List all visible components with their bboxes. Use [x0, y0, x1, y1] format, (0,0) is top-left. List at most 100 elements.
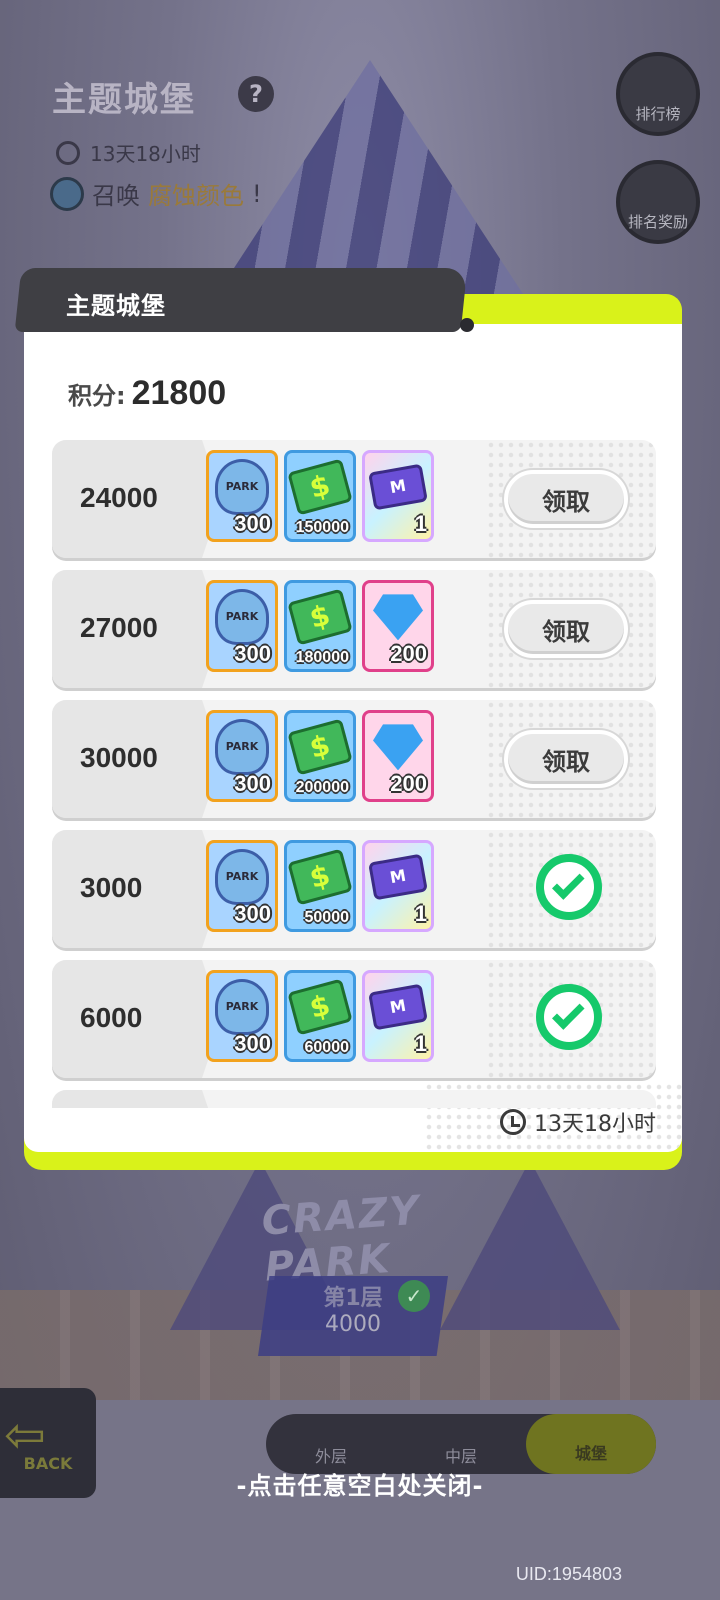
- claim-button[interactable]: 领取: [504, 600, 628, 658]
- reward-count: 1: [414, 901, 427, 926]
- reward-row: 24000 PARK 300 $150000 M 1 领取: [52, 440, 656, 558]
- event-timer-text: 13天18小时: [90, 142, 201, 166]
- park-token-icon: PARK: [215, 719, 269, 776]
- reward-count: 50000: [304, 909, 350, 926]
- reward-count: 180000: [295, 649, 349, 666]
- reward-items: PARK 300 $200000 200: [206, 710, 434, 802]
- score-threshold: 24000: [80, 482, 158, 513]
- summon-suffix: !: [252, 179, 262, 208]
- reward-row: 3000 PARK 300 $50000 M 1: [52, 830, 656, 948]
- score-value: 21800: [131, 374, 227, 412]
- cash-icon: $: [287, 718, 353, 776]
- score-label: 积分:: [68, 382, 126, 410]
- threshold-panel: [52, 1090, 222, 1108]
- reward-count: 1: [414, 511, 427, 536]
- reward-count: 300: [234, 771, 271, 796]
- cash-icon: $: [287, 978, 353, 1036]
- claim-button[interactable]: 领取: [504, 470, 628, 528]
- reward-count: 200: [390, 771, 427, 796]
- summon-icon: [50, 176, 84, 211]
- cash-icon: $: [287, 458, 353, 516]
- reward-items: PARK 300 $60000 M 1: [206, 970, 434, 1062]
- checkmark-icon: [552, 867, 585, 900]
- floor-tabs: 外层 中层 城堡: [266, 1414, 656, 1474]
- tab-castle[interactable]: 城堡: [526, 1414, 656, 1474]
- reward-items: PARK 300 $50000 M 1: [206, 840, 434, 932]
- cash-icon: $: [287, 848, 353, 906]
- reward-item[interactable]: $200000: [284, 710, 356, 802]
- park-token-icon: PARK: [215, 849, 269, 906]
- ticket-icon: M: [368, 983, 428, 1031]
- side-button-label: 排行榜: [635, 105, 681, 123]
- reward-item[interactable]: PARK 300: [206, 970, 278, 1062]
- summon-prefix: 召唤: [92, 182, 140, 210]
- reward-count: 1: [414, 1031, 427, 1056]
- score-threshold: 27000: [80, 612, 158, 643]
- tab-middle[interactable]: 中层: [396, 1421, 526, 1467]
- reward-list[interactable]: 24000 PARK 300 $150000 M 1 领取 27000 PARK 300 $1800…: [52, 440, 656, 1108]
- page-title: 主题城堡: [52, 80, 196, 120]
- score-threshold: 3000: [80, 872, 143, 903]
- claimed-check-icon: [536, 854, 602, 920]
- reward-item[interactable]: PARK 300: [206, 710, 278, 802]
- ticket-icon: M: [368, 853, 428, 901]
- floor-check-icon: ✓: [398, 1280, 430, 1312]
- park-token-icon: PARK: [215, 459, 269, 516]
- summon-banner[interactable]: 召唤 腐蚀颜色!: [50, 176, 262, 211]
- reward-item[interactable]: PARK 300: [206, 840, 278, 932]
- claim-button[interactable]: 领取: [504, 730, 628, 788]
- park-token-icon: PARK: [215, 589, 269, 646]
- reward-item[interactable]: $150000: [284, 450, 356, 542]
- ticket-icon: M: [368, 463, 428, 511]
- reward-items: PARK 300 $180000 200: [206, 580, 434, 672]
- diamond-icon: [373, 594, 423, 641]
- reward-count: 300: [234, 511, 271, 536]
- reward-item[interactable]: $180000: [284, 580, 356, 672]
- event-timer: 13天18小时: [56, 138, 201, 167]
- reward-item[interactable]: 200: [362, 710, 434, 802]
- reward-item[interactable]: M1: [362, 970, 434, 1062]
- help-icon[interactable]: ?: [238, 76, 274, 112]
- floor-points: 4000: [325, 1312, 381, 1337]
- close-hint[interactable]: -点击任意空白处关闭-: [0, 1466, 720, 1501]
- reward-count: 200000: [295, 779, 349, 796]
- checkmark-icon: [552, 997, 585, 1030]
- modal-title: 主题城堡: [66, 292, 166, 320]
- reward-count: 60000: [304, 1039, 350, 1056]
- reward-count: 200: [390, 641, 427, 666]
- summon-highlight: 腐蚀颜色: [148, 182, 244, 210]
- cash-icon: $: [287, 588, 353, 646]
- reward-item[interactable]: M1: [362, 450, 434, 542]
- reward-items: PARK 300 $150000 M 1: [206, 450, 434, 542]
- header-dot-decoration: [460, 318, 474, 332]
- score-threshold: 6000: [80, 1002, 143, 1033]
- score-threshold: 30000: [80, 742, 158, 773]
- reward-count: 300: [234, 901, 271, 926]
- claimed-check-icon: [536, 984, 602, 1050]
- reward-count: 300: [234, 1031, 271, 1056]
- park-token-icon: PARK: [215, 979, 269, 1036]
- back-arrow-icon: ⇦: [4, 1406, 46, 1464]
- clock-icon: [500, 1109, 526, 1135]
- rewards-modal: 积分: 21800 24000 PARK 300 $150000 M 1 领取 27000 PA…: [14, 268, 682, 1170]
- clock-icon: [56, 140, 80, 165]
- reward-item[interactable]: $50000: [284, 840, 356, 932]
- reward-count: 150000: [295, 519, 349, 536]
- reward-count: 300: [234, 641, 271, 666]
- diamond-icon: [373, 724, 423, 771]
- rewards-modal-body: 积分: 21800 24000 PARK 300 $150000 M 1 领取 27000 PA…: [24, 296, 682, 1152]
- tab-outer[interactable]: 外层: [266, 1421, 396, 1467]
- reward-item[interactable]: 200: [362, 580, 434, 672]
- score-display: 积分: 21800: [68, 374, 226, 413]
- reward-item[interactable]: M1: [362, 840, 434, 932]
- reward-row: 30000 PARK 300 $200000 200 领取: [52, 700, 656, 818]
- reward-row: 27000 PARK 300 $180000 200 领取: [52, 570, 656, 688]
- reward-row: 6000 PARK 300 $60000 M 1: [52, 960, 656, 1078]
- reward-item[interactable]: PARK 300: [206, 580, 278, 672]
- reward-item[interactable]: $60000: [284, 970, 356, 1062]
- rank-rewards-button[interactable]: 排名奖励: [616, 160, 700, 244]
- modal-timer: 13天18小时: [500, 1106, 656, 1138]
- reward-item[interactable]: PARK 300: [206, 450, 278, 542]
- leaderboard-button[interactable]: 排行榜: [616, 52, 700, 136]
- side-button-label: 排名奖励: [627, 213, 688, 231]
